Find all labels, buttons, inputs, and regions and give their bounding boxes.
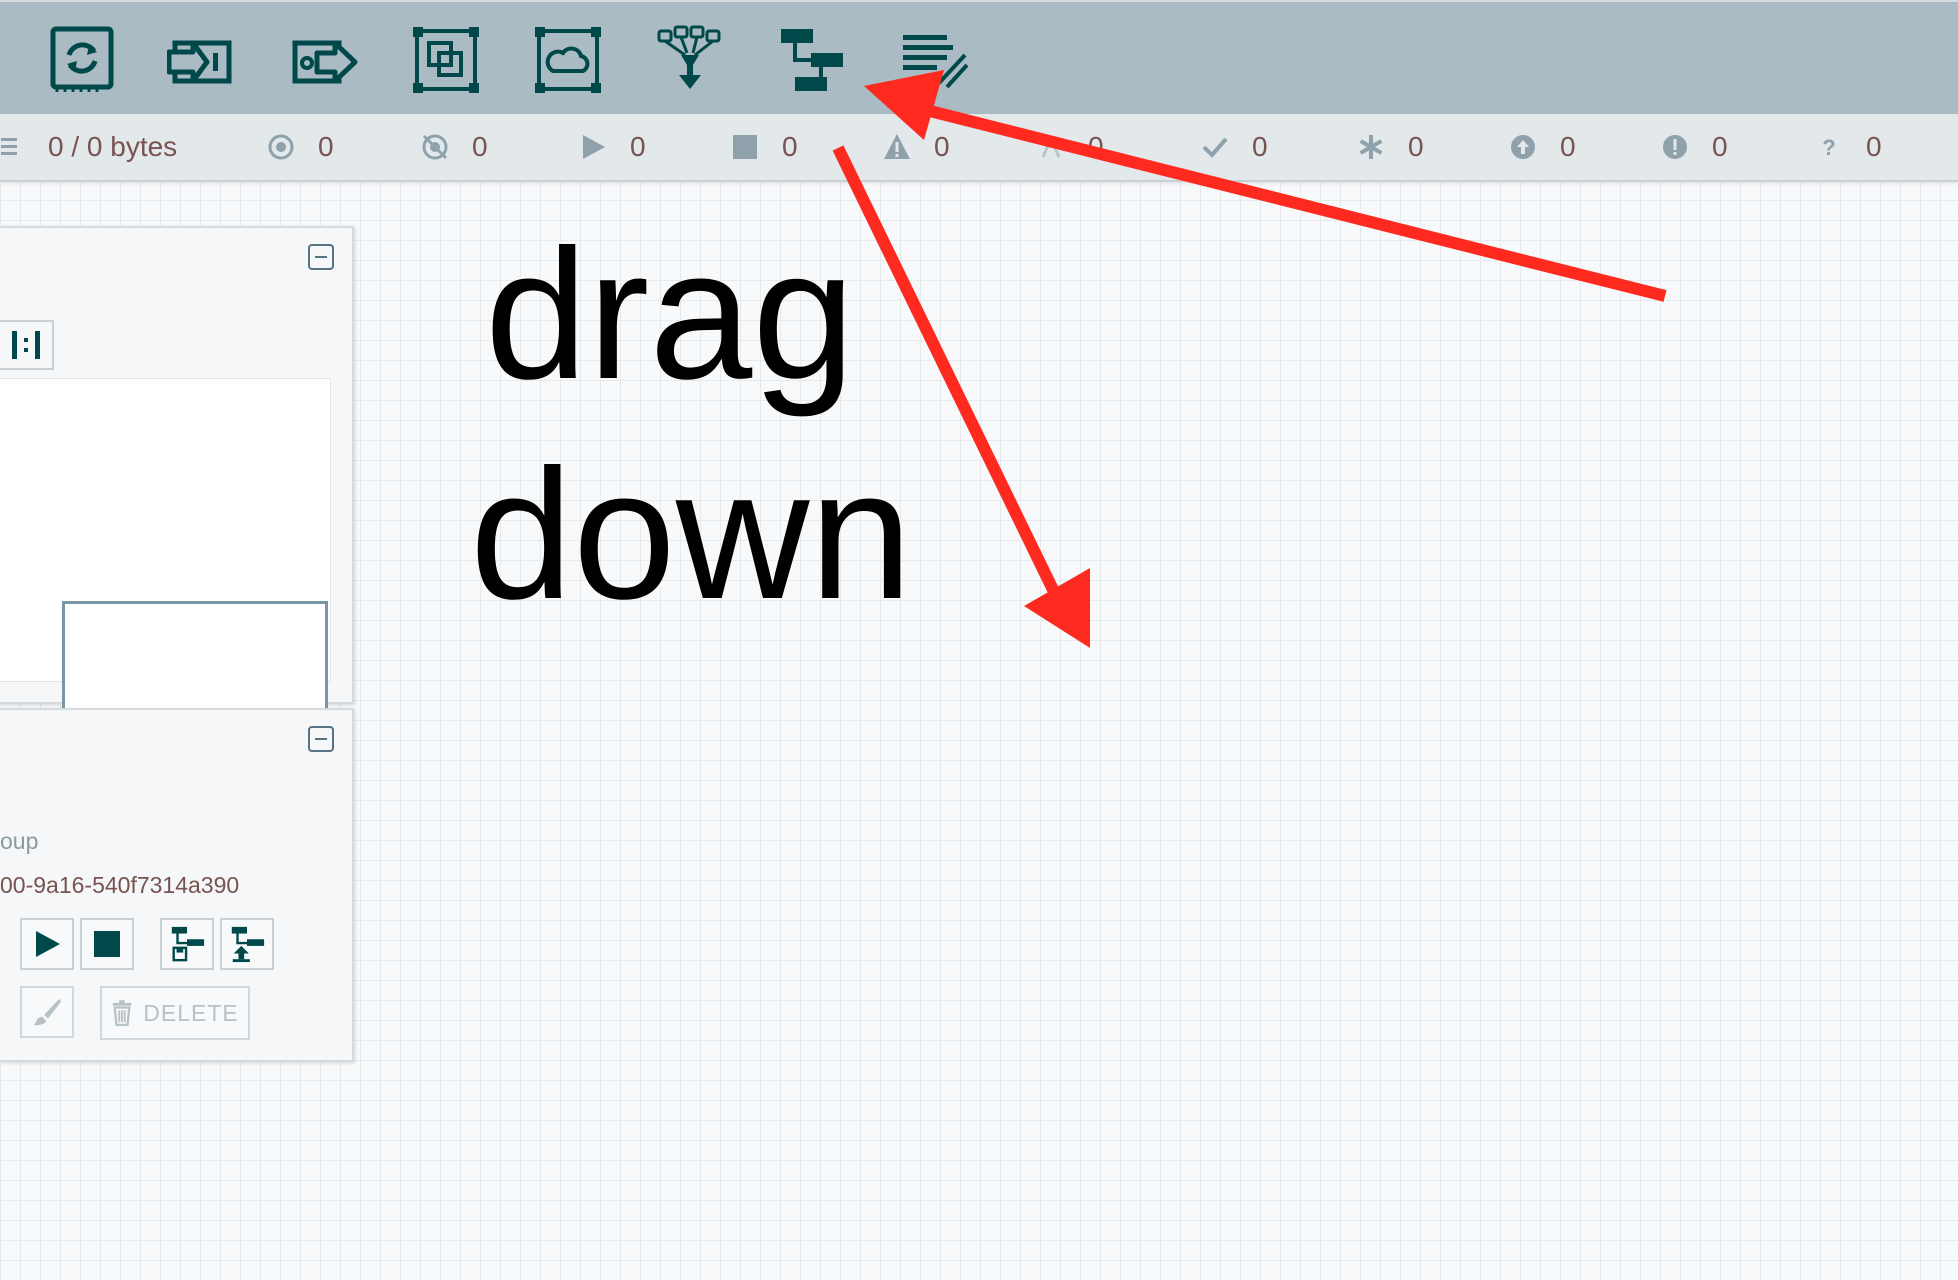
stop-icon <box>94 931 120 957</box>
stop-icon <box>730 132 760 162</box>
stop-button[interactable] <box>80 918 134 970</box>
start-button[interactable] <box>20 918 74 970</box>
actual-size-icon <box>12 331 40 359</box>
navigate-panel <box>0 226 354 721</box>
input-port-button[interactable] <box>166 24 238 96</box>
template-icon <box>781 29 843 91</box>
remote-process-group-icon <box>535 27 601 93</box>
annotation-line-1: drag <box>484 212 856 418</box>
annotation-line-2: down <box>470 432 913 638</box>
invalid-stat: 0 <box>882 114 950 180</box>
input-port-icon <box>167 40 232 84</box>
funnel-icon <box>657 25 721 89</box>
sync-failure-stat: ? 0 <box>1814 114 1881 180</box>
play-icon <box>36 931 60 957</box>
stale-stat: 0 <box>1508 114 1576 180</box>
check-icon <box>1200 132 1230 162</box>
output-port-icon <box>292 40 358 84</box>
annotation-text: drag down <box>470 205 913 645</box>
modified-and-stale-stat: 0 <box>1660 114 1728 180</box>
collapse-navigate-button[interactable] <box>308 244 334 270</box>
trash-icon <box>111 1000 133 1026</box>
upload-template-icon <box>231 926 265 963</box>
queued-stat: 0 / 0 bytes <box>0 114 177 180</box>
list-icon <box>0 132 30 162</box>
flow-status-bar: 0 / 0 bytes 0 0 0 0 0 0 0 0 0 0 ? 0 <box>0 114 1958 182</box>
transmitting-stat: 0 <box>266 114 334 180</box>
stopped-stat: 0 <box>730 114 798 180</box>
processor-button[interactable] <box>46 24 118 96</box>
exclamation-circle-icon <box>1660 132 1690 162</box>
disabled-stat: 0 <box>1036 114 1104 180</box>
save-template-icon <box>171 926 205 962</box>
actual-size-button[interactable] <box>0 320 54 370</box>
output-port-button[interactable] <box>288 24 360 96</box>
play-icon <box>578 132 608 162</box>
label-icon <box>903 35 969 89</box>
svg-text:?: ? <box>1822 135 1835 160</box>
collapse-operate-button[interactable] <box>308 726 334 752</box>
paint-brush-icon <box>33 998 62 1026</box>
birdseye-view[interactable] <box>0 378 331 721</box>
asterisk-icon <box>1356 132 1386 162</box>
component-toolbar <box>0 0 1958 116</box>
locally-modified-stat: 0 <box>1356 114 1424 180</box>
transmitting-icon <box>266 132 296 162</box>
change-color-button[interactable] <box>20 986 74 1038</box>
question-icon: ? <box>1814 132 1844 162</box>
warning-icon <box>882 132 912 162</box>
upload-template-button[interactable] <box>220 918 274 970</box>
birdseye-viewport[interactable] <box>62 601 328 721</box>
create-template-button[interactable] <box>160 918 214 970</box>
processor-icon <box>50 26 114 92</box>
not-transmitting-stat: 0 <box>420 114 488 180</box>
delete-button[interactable]: DELETE <box>100 986 250 1040</box>
label-button[interactable] <box>898 24 970 96</box>
operate-selection-type: oup <box>0 828 39 854</box>
template-button[interactable] <box>776 24 848 96</box>
funnel-button[interactable] <box>654 24 726 96</box>
running-stat: 0 <box>578 114 646 180</box>
operate-selection-id: 00-9a16-540f7314a390 <box>0 872 240 898</box>
remote-process-group-button[interactable] <box>532 24 604 96</box>
up-to-date-stat: 0 <box>1200 114 1268 180</box>
process-group-button[interactable] <box>410 24 482 96</box>
not-transmitting-icon <box>420 132 450 162</box>
disabled-icon <box>1036 132 1066 162</box>
arrow-up-circle-icon <box>1508 132 1538 162</box>
process-group-icon <box>413 27 479 93</box>
operate-panel: oup 00-9a16-540f7314a390 DELETE <box>0 708 354 1062</box>
